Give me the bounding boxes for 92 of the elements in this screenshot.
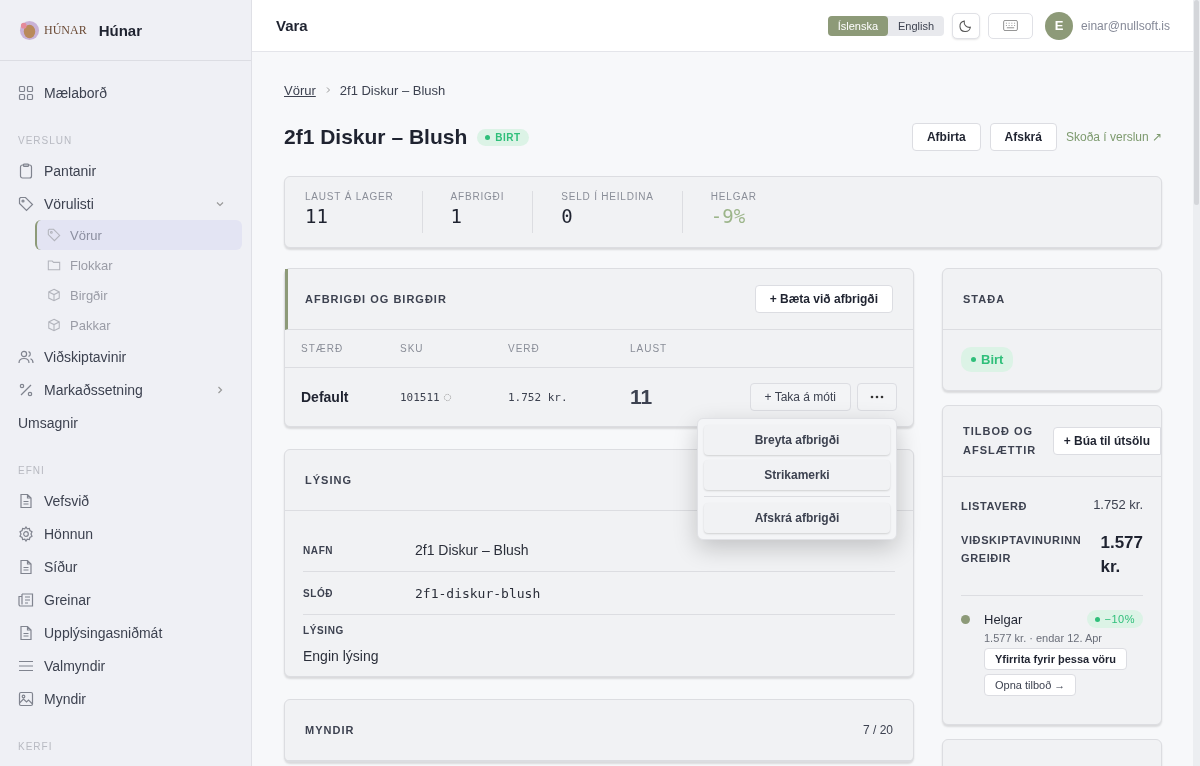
sidebar-item[interactable]: Viðskiptavinir <box>9 340 242 373</box>
receive-button[interactable]: + Taka á móti <box>749 383 851 411</box>
column-header: LAUST <box>630 343 669 354</box>
discount-badge: −10% <box>1086 610 1143 628</box>
menu-item[interactable]: Breyta afbrigði <box>704 425 890 455</box>
sidebar-item[interactable]: Pantanir <box>9 154 242 187</box>
action-button[interactable]: Afskrá <box>989 123 1057 151</box>
more-button[interactable] <box>857 383 897 411</box>
table-cell: 101511 <box>400 390 440 404</box>
field-label: LÝSING <box>303 625 345 636</box>
keyboard-icon <box>1003 20 1019 31</box>
document-icon <box>18 492 34 509</box>
sidebar-item[interactable]: Umsagnir <box>9 406 242 439</box>
theme-button[interactable] <box>952 12 981 39</box>
logo-text: HÚNAR <box>44 22 87 38</box>
clipboard-icon <box>18 162 34 179</box>
image-icon <box>18 690 34 707</box>
document-icon <box>18 624 34 641</box>
logo-icon <box>19 19 40 41</box>
override-button[interactable]: Yfirrita fyrir þessa vöru <box>984 648 1128 670</box>
table-cell-text: Default <box>301 389 350 405</box>
open-offer-button[interactable]: Opna tilboð → <box>984 674 1077 696</box>
action-button[interactable]: Afbirta <box>911 123 981 151</box>
stat-value: 1 <box>450 205 464 227</box>
field-value: Engin lýsing <box>303 648 379 664</box>
menu-item[interactable]: Strikamerki <box>704 460 890 490</box>
settings-icon <box>18 525 34 542</box>
column-header: VERÐ <box>508 343 541 354</box>
image-count: 7 / 20 <box>862 723 893 737</box>
stat-label: SELD Í HEILDINA <box>561 191 654 202</box>
sidebar-item[interactable]: Mælaborð <box>9 76 242 109</box>
grid-icon <box>18 84 34 101</box>
product-title: 2f1 Diskur – Blush <box>284 125 468 149</box>
scrollbar[interactable] <box>1193 0 1200 766</box>
field-value: 2f1 Diskur – Blush <box>415 542 529 558</box>
keyboard-button[interactable] <box>988 12 1034 39</box>
document-icon <box>18 558 34 575</box>
stat-value: -9% <box>710 205 747 227</box>
sidebar-item[interactable]: Valmyndir <box>9 649 242 682</box>
add-variant-button[interactable]: + Bæta við afbrigði <box>754 285 893 313</box>
stat-value: 11 <box>305 205 329 227</box>
brand-name: Húnar <box>98 21 142 39</box>
price-label: VIÐSKIPTAVINURINN GREIÐIR <box>961 533 1083 566</box>
page-title: Vara <box>276 17 308 34</box>
sidebar-item[interactable]: Síður <box>9 550 242 583</box>
field-label: SLÓÐ <box>303 587 335 599</box>
sidebar-item[interactable]: Myndir <box>9 682 242 715</box>
offer-name: Helgar <box>984 611 1023 627</box>
sidebar-item[interactable]: Markaðssetning <box>9 373 242 406</box>
sidebar-item[interactable]: Greinar <box>9 583 242 616</box>
sidebar-item[interactable]: Upplýsingasniðmát <box>9 616 242 649</box>
sidebar-item[interactable]: Vörulisti <box>9 187 242 220</box>
stat-label: HELGAR <box>710 191 757 202</box>
breadcrumb-link[interactable]: Vörur <box>284 82 316 98</box>
cube-icon <box>47 288 61 302</box>
sidebar-item[interactable]: Vefsvið <box>9 484 242 517</box>
status-badge: BIRT <box>477 128 529 146</box>
offer-detail: 1.577 kr. · endar 12. Apr <box>984 632 1103 644</box>
card-title: STAÐA <box>963 293 1006 305</box>
table-cell-text: 11 <box>630 385 654 409</box>
stat-value: 0 <box>561 205 574 227</box>
card-title: LÝSING <box>305 474 352 486</box>
card-title: MYNDIR <box>305 724 355 736</box>
folder-icon <box>47 258 61 272</box>
user-email: einar@nullsoft.is <box>1081 18 1170 33</box>
field-value: 2f1-diskur-blush <box>415 585 541 601</box>
percent-icon <box>18 381 34 398</box>
spinner-icon <box>442 392 452 402</box>
sidebar-item[interactable]: Hönnun <box>9 517 242 550</box>
create-sale-button[interactable]: + Búa til útsölu <box>1052 427 1161 455</box>
moon-icon <box>959 18 974 33</box>
breadcrumb-current: 2f1 Diskur – Blush <box>339 82 446 98</box>
stat-label: AFBRIGÐI <box>450 191 505 202</box>
newspaper-icon <box>18 591 34 608</box>
menu-item[interactable]: Afskrá afbrigði <box>704 503 890 533</box>
status-badge: Birt <box>961 347 1014 372</box>
column-header: SKU <box>400 343 425 354</box>
users-icon <box>18 348 34 365</box>
tag-icon <box>18 195 34 212</box>
column-header: STÆRÐ <box>301 343 345 354</box>
field-label: NAFN <box>303 544 335 556</box>
card-title: TILBOÐ OG AFSLÆTTIR <box>963 424 1038 458</box>
price-value: 1.577 kr. <box>1100 532 1143 578</box>
card-title: AFBRIGÐI OG BIRGÐIR <box>305 293 447 305</box>
tag-icon <box>47 228 61 242</box>
table-cell-text: 1.752 kr. <box>508 390 569 404</box>
price-value: 1.752 kr. <box>1093 497 1143 512</box>
price-label: LISTAVERÐ <box>961 499 1028 514</box>
cube-icon <box>47 318 61 332</box>
language-tab[interactable]: English <box>888 15 945 36</box>
stat-label: LAUST Á LAGER <box>305 191 394 202</box>
more-icon <box>870 395 884 399</box>
